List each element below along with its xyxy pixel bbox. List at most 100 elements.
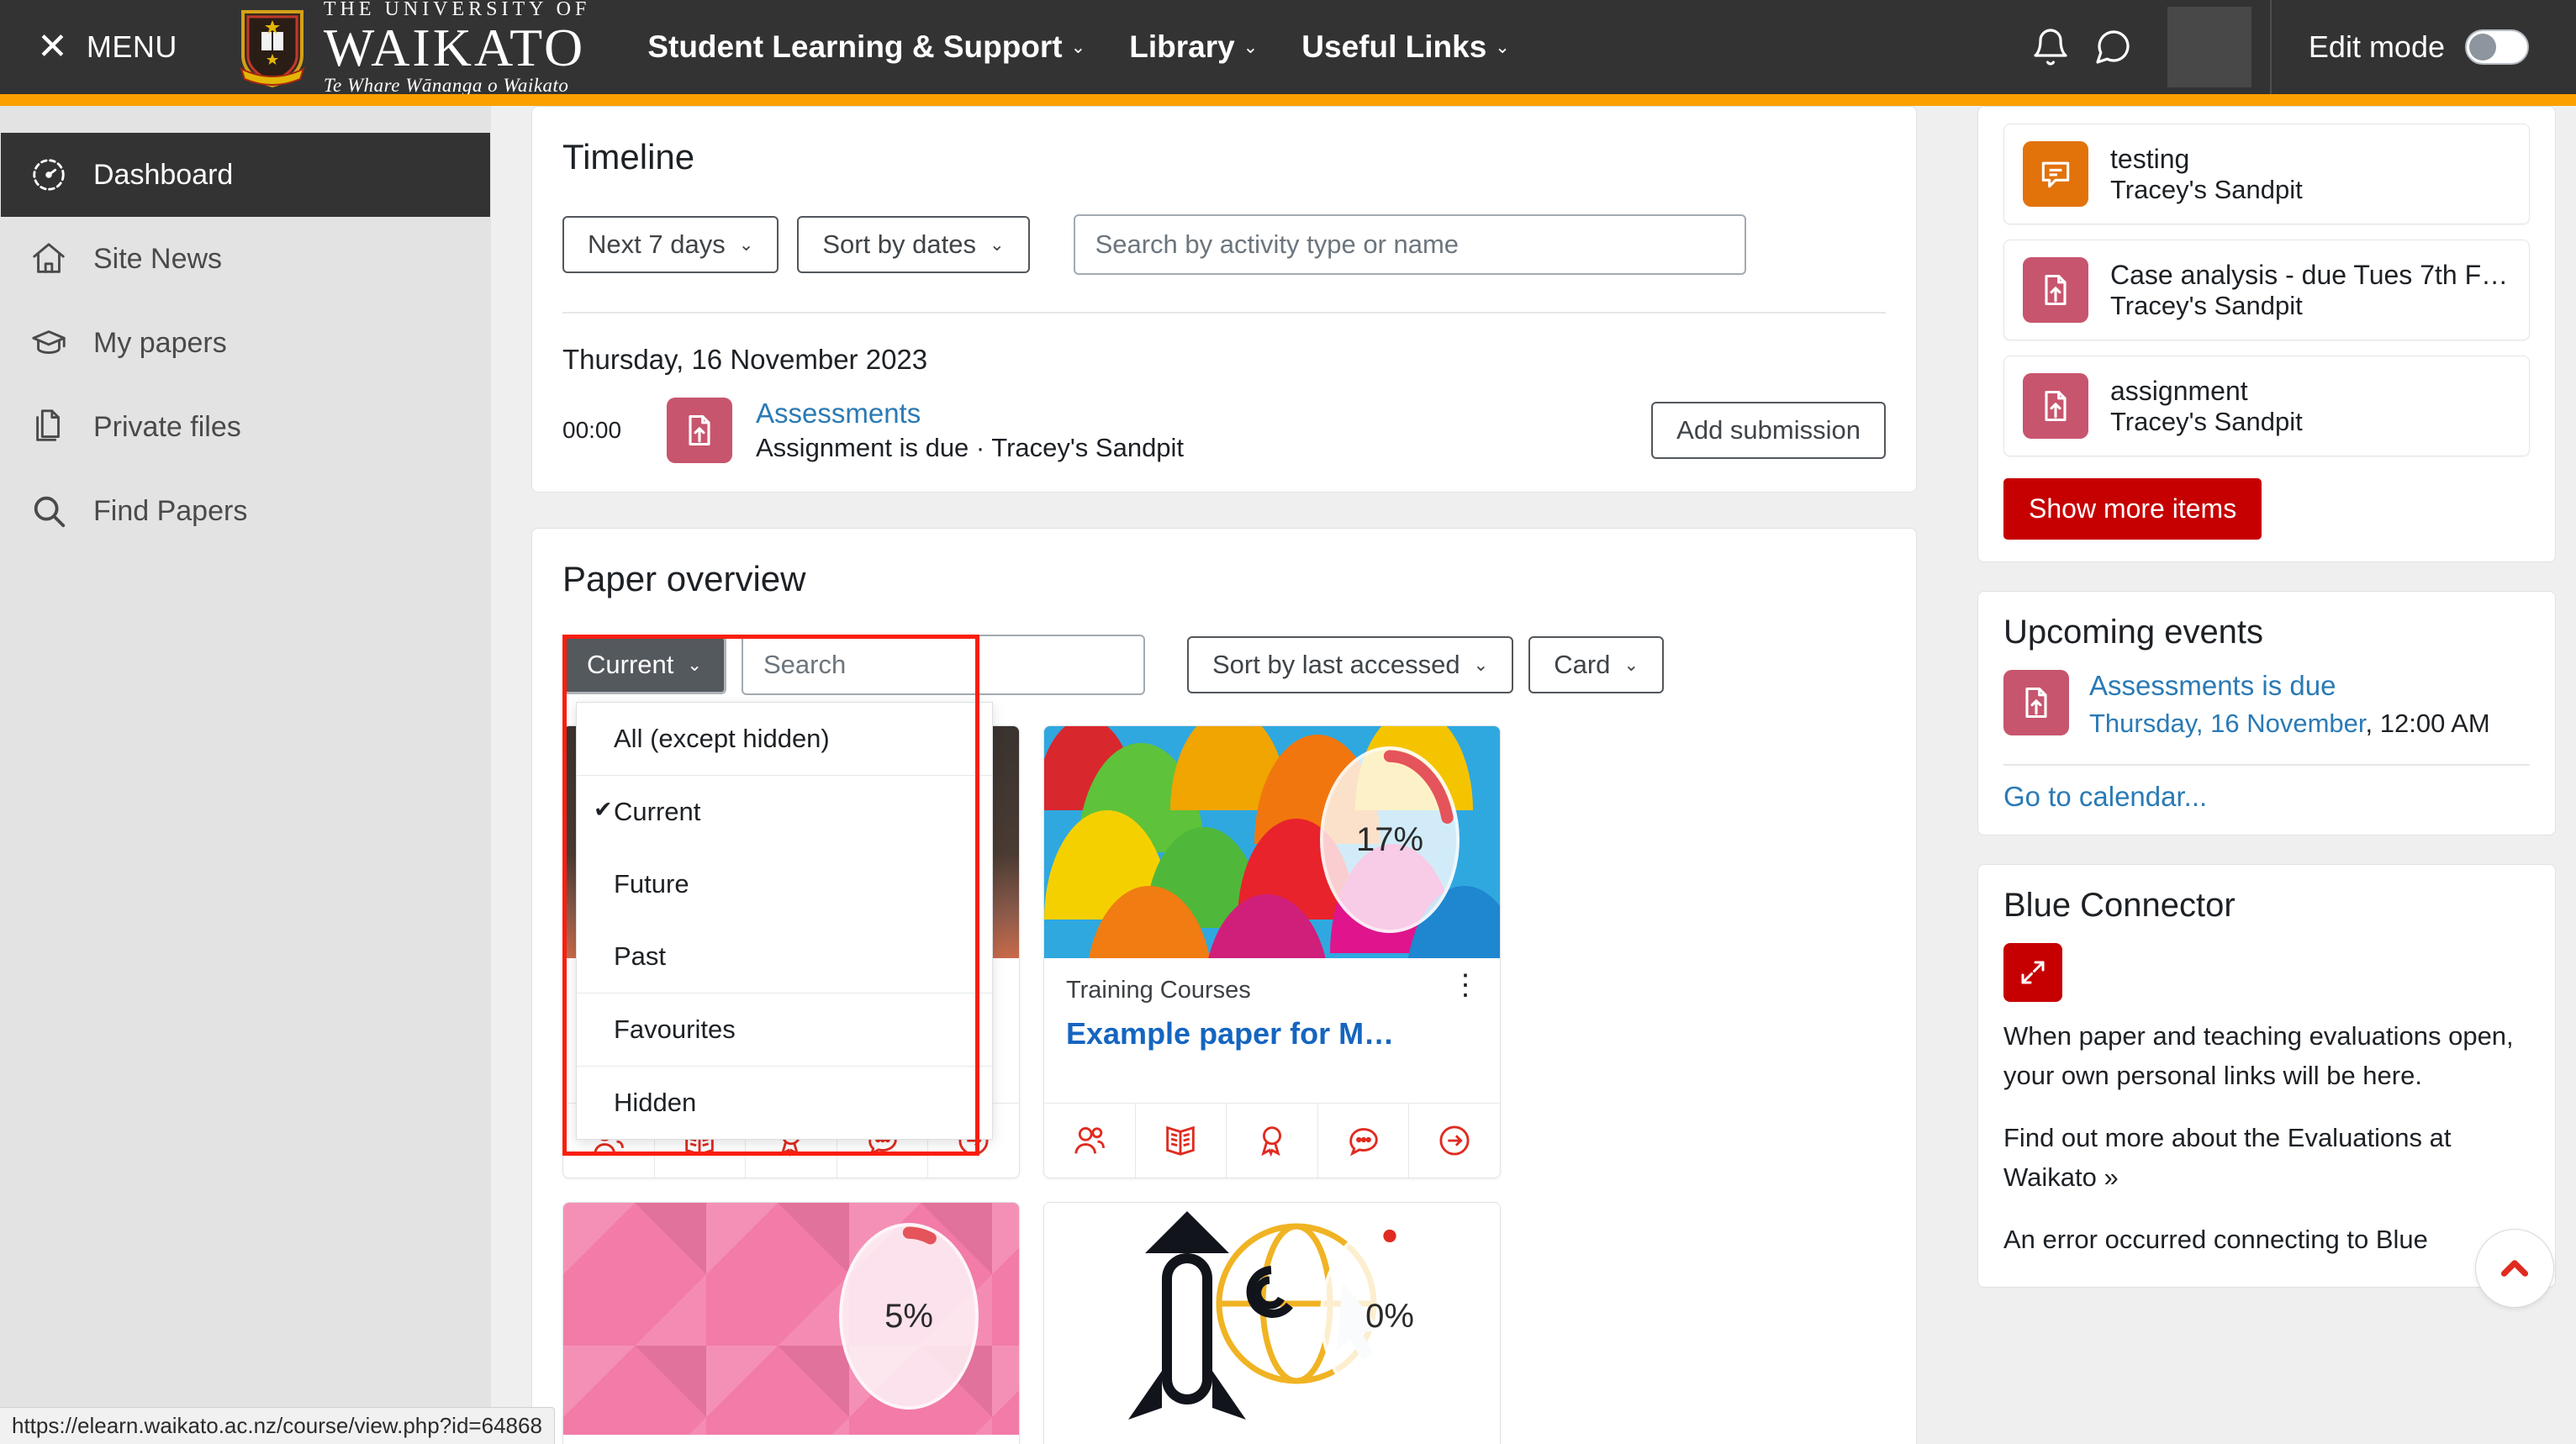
dropdown-item-all-except-hidden[interactable]: All (except hidden) bbox=[577, 703, 992, 775]
sidebar-item-label: Find Papers bbox=[93, 494, 248, 527]
timeline-event-subtitle: Assignment is due · Tracey's Sandpit bbox=[756, 433, 1185, 462]
sidebar-item-find-papers[interactable]: Find Papers bbox=[1, 469, 490, 553]
forum-bubble-icon[interactable] bbox=[1318, 1104, 1410, 1178]
paper-filter-label: Current bbox=[587, 650, 674, 679]
scroll-to-top-button[interactable] bbox=[2475, 1229, 2554, 1308]
progress-arc-icon bbox=[1383, 1229, 1396, 1243]
paper-card[interactable]: 0% ⋮ bbox=[1043, 1202, 1501, 1444]
blue-connector-paragraph-1: When paper and teaching evaluations open… bbox=[2003, 1021, 2514, 1090]
dropdown-item-hidden[interactable]: Hidden bbox=[577, 1067, 992, 1139]
dropdown-item-current[interactable]: ✔ Current bbox=[577, 776, 992, 848]
timeline-event-time: 00:00 bbox=[562, 417, 622, 443]
check-icon: ✔ bbox=[594, 797, 613, 822]
paper-card-actions bbox=[1044, 1103, 1500, 1178]
timeline-event-action: Add submission bbox=[1651, 402, 1886, 459]
paper-card[interactable]: 17% Training Courses Example paper for M… bbox=[1043, 725, 1501, 1178]
nav-item-label: Library bbox=[1129, 29, 1235, 64]
book-icon[interactable] bbox=[1136, 1104, 1227, 1178]
paper-card-menu-icon[interactable]: ⋮ bbox=[1451, 971, 1480, 999]
menu-toggle-button[interactable]: ✕ MENU bbox=[37, 29, 177, 66]
paper-filter-dropdown-menu[interactable]: All (except hidden) ✔ Current Future Pas… bbox=[576, 702, 993, 1140]
paper-view-dropdown-button[interactable]: Card ⌄ bbox=[1528, 636, 1665, 693]
sidebar-item-label: Site News bbox=[93, 242, 223, 275]
paper-search-input[interactable]: Search bbox=[741, 635, 1145, 695]
chevron-down-icon: ⌄ bbox=[1243, 37, 1259, 57]
timeline-range-filter[interactable]: Next 7 days ⌄ bbox=[562, 216, 779, 273]
go-to-calendar-link[interactable]: Go to calendar... bbox=[2003, 781, 2530, 813]
list-item[interactable]: Case analysis - due Tues 7th F… Tracey's… bbox=[2003, 240, 2530, 340]
nav-item-student-learning-support[interactable]: Student Learning & Support ⌄ bbox=[647, 29, 1085, 65]
upcoming-events-block: Upcoming events Assessments is due Thurs… bbox=[1977, 591, 2556, 835]
show-more-items-button[interactable]: Show more items bbox=[2003, 478, 2262, 540]
assignment-upload-icon bbox=[2023, 373, 2088, 439]
timeline-search-input[interactable]: Search by activity type or name bbox=[1073, 214, 1746, 275]
assignment-upload-icon bbox=[2003, 670, 2069, 735]
nav-item-library[interactable]: Library ⌄ bbox=[1129, 29, 1258, 65]
sidebar-item-label: Dashboard bbox=[93, 158, 234, 191]
blue-connector-paragraph-3: An error occurred connecting to Blue bbox=[2003, 1225, 2428, 1254]
paper-card-progress: 5% bbox=[839, 1223, 979, 1410]
paper-sort-dropdown-button[interactable]: Sort by last accessed ⌄ bbox=[1186, 636, 1514, 693]
upcoming-event-time: , 12:00 AM bbox=[2365, 709, 2490, 738]
upcoming-events-title: Upcoming events bbox=[2003, 614, 2264, 651]
timeline-event-link[interactable]: Assessments bbox=[756, 398, 1184, 430]
timeline-title: Timeline bbox=[562, 137, 695, 177]
dropdown-item-favourites[interactable]: Favourites bbox=[577, 993, 992, 1066]
notification-course: Tracey's Sandpit bbox=[2110, 406, 2303, 436]
notification-title: Case analysis - due Tues 7th F… bbox=[2110, 259, 2509, 290]
sidebar-item-my-papers[interactable]: My papers bbox=[1, 301, 490, 385]
university-logo[interactable]: THE UNIVERSITY OF WAIKATO Te Whare Wānan… bbox=[236, 0, 590, 95]
grades-ribbon-icon[interactable] bbox=[1227, 1104, 1318, 1178]
edit-mode-control[interactable]: Edit mode bbox=[2309, 29, 2529, 65]
chevron-down-icon: ⌄ bbox=[1070, 37, 1086, 57]
paper-card-image: 0% bbox=[1044, 1203, 1500, 1435]
top-navbar: ✕ MENU THE UNIVERSITY OF WAIKATO Te Whar… bbox=[0, 0, 2576, 95]
paper-overview-title: Paper overview bbox=[562, 559, 806, 598]
list-item[interactable]: testing Tracey's Sandpit bbox=[2003, 124, 2530, 224]
sidebar-item-private-files[interactable]: Private files bbox=[1, 385, 490, 469]
blue-connector-block: Blue Connector When paper and teaching e… bbox=[1977, 864, 2556, 1288]
messages-bubble-icon[interactable] bbox=[2082, 16, 2144, 78]
primary-nav: Student Learning & Support ⌄ Library ⌄ U… bbox=[647, 29, 1510, 65]
notification-bell-icon[interactable] bbox=[2019, 16, 2082, 78]
chevron-down-icon: ⌄ bbox=[1495, 37, 1510, 57]
chevron-down-icon: ⌄ bbox=[1623, 655, 1639, 675]
chevron-down-icon: ⌄ bbox=[738, 235, 754, 255]
chevron-down-icon: ⌄ bbox=[989, 235, 1005, 255]
paper-card-body: ⋮ bbox=[1044, 1435, 1500, 1444]
expand-arrows-icon[interactable] bbox=[2003, 943, 2062, 1002]
dropdown-item-future[interactable]: Future bbox=[577, 848, 992, 920]
paper-card[interactable]: 5% Centre for Tertiary Teaching a… Writt… bbox=[562, 1202, 1020, 1444]
timeline-sort-filter[interactable]: Sort by dates ⌄ bbox=[797, 216, 1030, 273]
dropdown-item-past[interactable]: Past bbox=[577, 920, 992, 993]
notification-title: assignment bbox=[2110, 375, 2248, 406]
home-icon bbox=[26, 236, 71, 282]
paper-card-body: Centre for Tertiary Teaching a… Written … bbox=[563, 1435, 1019, 1444]
logo-line-1: THE UNIVERSITY OF bbox=[323, 0, 591, 20]
sidebar-item-site-news[interactable]: Site News bbox=[1, 217, 490, 301]
timeline-divider bbox=[562, 312, 1886, 314]
list-item[interactable]: assignment Tracey's Sandpit bbox=[2003, 356, 2530, 456]
nav-item-label: Student Learning & Support bbox=[647, 29, 1063, 64]
main-content: Timeline Next 7 days ⌄ Sort by dates ⌄ S… bbox=[491, 106, 1957, 1444]
paper-filter-dropdown-button[interactable]: Current ⌄ bbox=[562, 635, 726, 694]
edit-mode-toggle[interactable] bbox=[2465, 29, 2529, 65]
progress-arc-icon bbox=[902, 1226, 937, 1245]
add-submission-button[interactable]: Add submission bbox=[1651, 402, 1886, 459]
participants-icon[interactable] bbox=[1044, 1104, 1136, 1178]
notifications-block: testing Tracey's Sandpit Case analysis -… bbox=[1977, 106, 2556, 562]
upcoming-event-date-link[interactable]: Thursday, 16 November bbox=[2089, 709, 2366, 738]
list-item-texts: Case analysis - due Tues 7th F… Tracey's… bbox=[2110, 260, 2508, 321]
sidebar-item-dashboard[interactable]: Dashboard bbox=[1, 133, 490, 217]
paper-card-name[interactable]: Example paper for M… bbox=[1066, 1016, 1478, 1051]
waikato-crest-icon bbox=[236, 7, 309, 88]
go-to-arrow-icon[interactable] bbox=[1409, 1104, 1500, 1178]
logo-line-2: WAIKATO bbox=[323, 17, 586, 77]
upcoming-event-link[interactable]: Assessments is due bbox=[2089, 670, 2490, 702]
user-avatar-button[interactable] bbox=[2167, 7, 2251, 87]
paper-overview-panel: Paper overview Current ⌄ Search Sort by … bbox=[531, 528, 1917, 1444]
timeline-range-label: Next 7 days bbox=[588, 229, 726, 259]
nav-item-useful-links[interactable]: Useful Links ⌄ bbox=[1301, 29, 1510, 65]
browser-status-bar: https://elearn.waikato.ac.nz/course/view… bbox=[0, 1407, 555, 1444]
paper-sort-label: Sort by last accessed bbox=[1211, 650, 1460, 679]
